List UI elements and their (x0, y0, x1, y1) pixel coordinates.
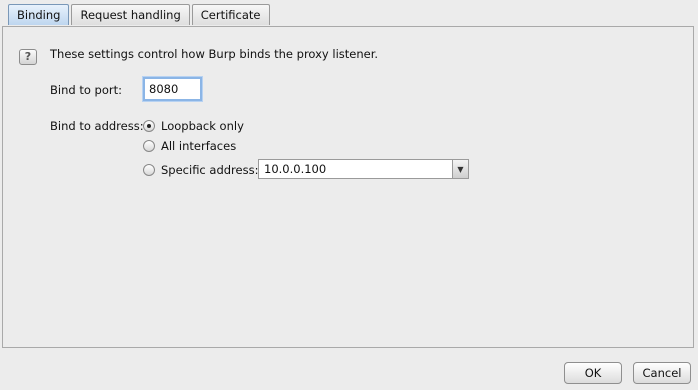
tab-request-handling[interactable]: Request handling (71, 4, 190, 25)
radio-button-specific-address[interactable] (143, 164, 155, 176)
tab-binding[interactable]: Binding (8, 4, 70, 25)
bind-port-input[interactable] (143, 77, 202, 101)
radio-all-interfaces-label: All interfaces (161, 139, 237, 153)
radio-button-loopback[interactable] (143, 120, 155, 132)
description-text: These settings control how Burp binds th… (50, 47, 379, 61)
radio-button-all-interfaces[interactable] (143, 140, 155, 152)
binding-panel: ? These settings control how Burp binds … (2, 26, 694, 348)
radio-specific-address[interactable]: Specific address: (143, 163, 258, 177)
radio-loopback-only[interactable]: Loopback only (143, 119, 244, 133)
tab-bar: Binding Request handling Certificate (8, 4, 272, 26)
specific-address-select[interactable]: 10.0.0.100 ▼ (258, 159, 469, 179)
radio-loopback-label: Loopback only (161, 119, 244, 133)
radio-all-interfaces[interactable]: All interfaces (143, 139, 236, 153)
specific-address-value: 10.0.0.100 (264, 162, 327, 176)
cancel-button[interactable]: Cancel (633, 362, 691, 384)
dropdown-arrow-icon[interactable]: ▼ (452, 160, 468, 178)
tab-certificate[interactable]: Certificate (191, 4, 270, 25)
bind-address-label: Bind to address: (50, 119, 144, 133)
help-icon[interactable]: ? (19, 49, 37, 65)
ok-button[interactable]: OK (564, 362, 622, 384)
bind-port-label: Bind to port: (50, 83, 122, 97)
radio-specific-address-label: Specific address: (161, 163, 259, 177)
